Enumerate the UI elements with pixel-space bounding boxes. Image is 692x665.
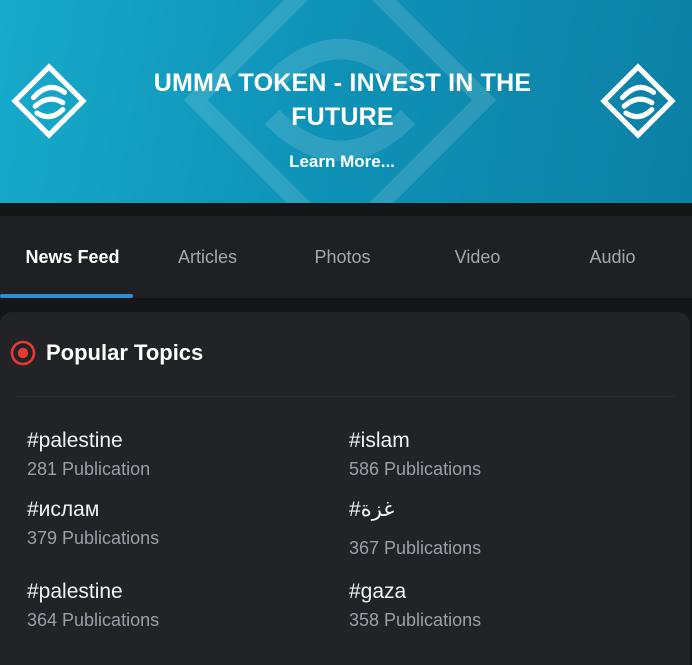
topic-tag[interactable]: #غزة [349, 497, 481, 523]
topic-item[interactable]: #ислам 379 Publications [27, 497, 159, 549]
topic-count: 586 Publications [349, 459, 482, 479]
popular-topics-title: Popular Topics [46, 340, 204, 365]
active-tab-indicator [0, 294, 133, 298]
topic-count: 364 Publications [27, 610, 160, 630]
topic-count: 379 Publications [27, 528, 160, 548]
banner-title: UMMA TOKEN - INVEST IN THE FUTURE [153, 69, 532, 131]
topic-count: 367 Publications [349, 538, 482, 558]
topic-tag[interactable]: #palestine [27, 579, 159, 605]
topic-count: 358 Publications [349, 610, 482, 630]
divider [14, 396, 676, 397]
topic-item[interactable]: #غزة 367 Publications [349, 497, 481, 559]
popular-topics-header: Popular Topics [10, 340, 204, 366]
topic-item[interactable]: #palestine 281 Publication [27, 428, 150, 480]
tab-video[interactable]: Video [410, 216, 545, 298]
tab-audio[interactable]: Audio [545, 216, 680, 298]
tab-news-feed[interactable]: News Feed [5, 216, 140, 298]
radio-target-icon [10, 340, 36, 366]
umma-logo-icon [600, 63, 676, 139]
topic-item[interactable]: #islam 586 Publications [349, 428, 481, 480]
tab-photos[interactable]: Photos [275, 216, 410, 298]
topic-item[interactable]: #gaza 358 Publications [349, 579, 481, 631]
topic-tag[interactable]: #palestine [27, 428, 150, 454]
topic-count: 281 Publication [27, 459, 151, 479]
tab-articles[interactable]: Articles [140, 216, 275, 298]
feed-tab-bar: News Feed Articles Photos Video Audio [0, 216, 692, 298]
learn-more-link[interactable]: Learn More... [246, 152, 438, 172]
topic-item[interactable]: #palestine 364 Publications [27, 579, 159, 631]
topic-tag[interactable]: #islam [349, 428, 481, 454]
promo-banner[interactable]: UMMA TOKEN - INVEST IN THE FUTURE Learn … [0, 0, 692, 203]
topic-tag[interactable]: #ислам [27, 497, 159, 523]
topic-tag[interactable]: #gaza [349, 579, 481, 605]
umma-logo-icon [11, 63, 87, 139]
